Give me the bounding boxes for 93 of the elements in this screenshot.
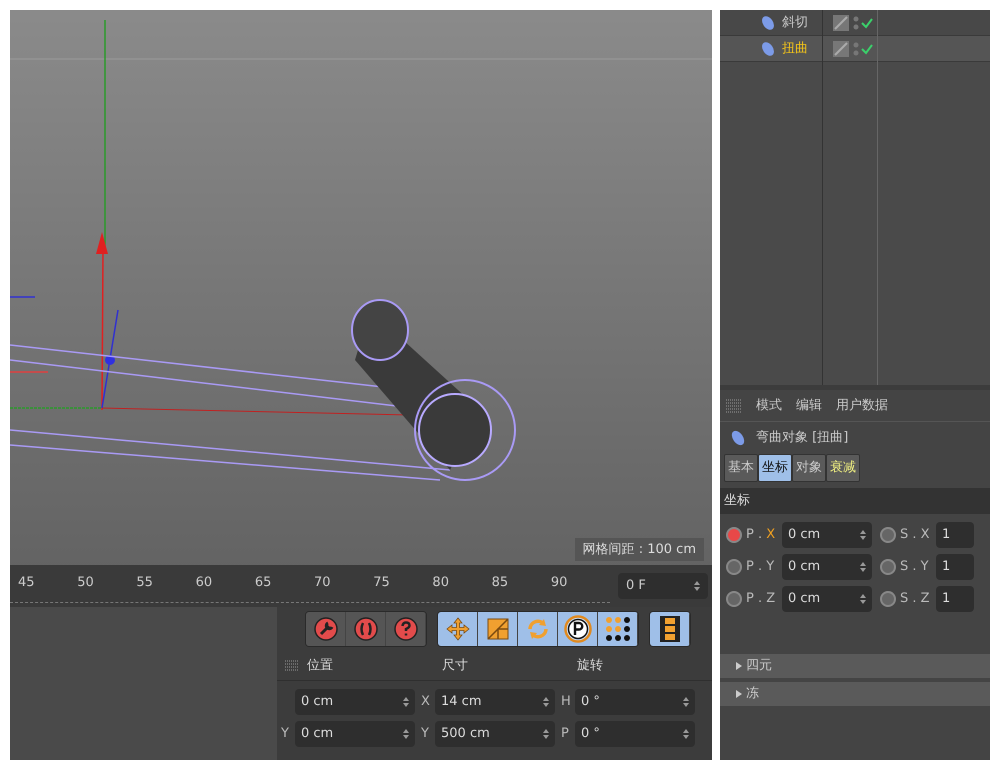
visibility-dots-icon [853, 40, 859, 56]
value-field[interactable]: 0 cm [782, 554, 872, 580]
axis-label: H [561, 693, 572, 712]
keyframe-radio[interactable] [880, 559, 896, 575]
tab[interactable]: 衰减 [826, 454, 860, 482]
frame-tick-label: 50 [77, 574, 95, 592]
frame-tick-label: 55 [136, 574, 154, 592]
column-header: 旋转 [577, 656, 604, 675]
stepper-icon[interactable] [683, 728, 689, 740]
axis-label: X [421, 693, 431, 712]
p-circle-icon [564, 615, 592, 643]
parameter-label: S . X [900, 526, 931, 544]
bend-object-icon [760, 14, 776, 30]
frame-tick-label: 45 [18, 574, 36, 592]
value-field[interactable]: 0 ° [575, 689, 695, 715]
parameter-label: S . Y [900, 558, 930, 576]
stepper-icon[interactable] [543, 728, 549, 740]
collapsed-group[interactable]: 冻 [720, 682, 990, 706]
tab[interactable]: 基本 [724, 454, 758, 482]
frame-tick-label: 90 [550, 574, 568, 592]
parameter-label: P . Z [746, 590, 776, 608]
scale-icon [486, 617, 510, 641]
column-header: 尺寸 [442, 656, 469, 675]
keyframe-radio[interactable] [880, 591, 896, 607]
value-field[interactable]: 0 cm [295, 721, 415, 747]
frame-tick-label: 70 [314, 574, 332, 592]
stepper-icon[interactable] [683, 696, 689, 708]
frame-tick-label: 75 [373, 574, 391, 592]
grid-spacing-label: 网格间距 : 100 cm [574, 538, 704, 561]
keyframe-radio[interactable] [726, 591, 742, 607]
layer-swatch-icon [833, 40, 849, 56]
value-field[interactable]: 0 cm [782, 586, 872, 612]
value-field[interactable]: 0 cm [295, 689, 415, 715]
stepper-icon[interactable] [543, 696, 549, 708]
keyframe-radio[interactable] [880, 527, 896, 543]
axis-label: Y [281, 725, 290, 744]
object-name: 斜切 [782, 14, 809, 32]
value-field[interactable]: 1 [936, 522, 974, 548]
stepper-icon[interactable] [860, 561, 866, 573]
braces-icon [354, 617, 378, 641]
help-icon [394, 617, 418, 641]
toolbar-button[interactable] [558, 612, 598, 646]
value-field[interactable]: 0 cm [782, 522, 872, 548]
frame-tick-label: 60 [196, 574, 214, 592]
value-field[interactable]: 14 cm [435, 689, 555, 715]
stepper-icon[interactable] [403, 696, 409, 708]
stepper-icon[interactable] [860, 529, 866, 541]
stepper-icon[interactable] [403, 728, 409, 740]
keyframe-radio[interactable] [726, 559, 742, 575]
outliner-row[interactable]: 扭曲 [720, 36, 990, 62]
tab[interactable]: 坐标 [758, 454, 792, 482]
expand-arrow-icon [736, 690, 742, 698]
menu-item[interactable]: 编辑 [796, 396, 822, 416]
object-title: 弯曲对象 [扭曲] [756, 429, 848, 448]
keyframe-radio[interactable] [726, 527, 742, 543]
dot-grid-icon [604, 616, 630, 642]
checkmark-icon [861, 16, 873, 28]
tab[interactable]: 对象 [792, 454, 826, 482]
toolbar-button[interactable] [598, 612, 638, 646]
grip-icon [285, 658, 299, 672]
menu-item[interactable]: 模式 [756, 396, 782, 416]
visibility-dots-icon [853, 14, 859, 30]
move-icon [444, 616, 470, 642]
value-field[interactable]: 1 [936, 586, 974, 612]
bend-object-icon [730, 429, 746, 447]
menu-item[interactable]: 用户数据 [836, 396, 888, 416]
value-field[interactable]: 0 ° [575, 721, 695, 747]
stepper-icon[interactable] [694, 580, 700, 592]
bend-object-icon [760, 40, 776, 56]
film-strip-icon [658, 615, 680, 643]
frame-field[interactable]: 0 F [618, 573, 708, 599]
section-header: 坐标 [720, 488, 990, 514]
checkmark-icon [861, 42, 873, 54]
parameter-label: S . Z [900, 590, 931, 608]
parameter-label: P . X [746, 526, 776, 544]
layer-swatch-icon [833, 14, 849, 30]
column-header: 位置 [307, 656, 334, 675]
wrench-icon [314, 617, 338, 641]
collapsed-group[interactable]: 四元 [720, 654, 990, 678]
frame-tick-label: 65 [254, 574, 272, 592]
grip-icon [726, 398, 742, 414]
value-field[interactable]: 1 [936, 554, 974, 580]
object-name: 扭曲 [782, 40, 809, 58]
viewport[interactable]: 网格间距 : 100 cm [10, 10, 712, 565]
frame-tick-label: 85 [492, 574, 510, 592]
expand-arrow-icon [736, 662, 742, 670]
axis-label: Y [421, 725, 430, 744]
value-field[interactable]: 500 cm [435, 721, 555, 747]
stepper-icon[interactable] [860, 593, 866, 605]
axis-label: P [561, 725, 570, 744]
timeline-ruler[interactable]: 45 50 55 60 65 70 75 80 85 90 [10, 573, 610, 603]
parameter-label: P . Y [746, 558, 776, 576]
frame-tick-label: 80 [432, 574, 450, 592]
